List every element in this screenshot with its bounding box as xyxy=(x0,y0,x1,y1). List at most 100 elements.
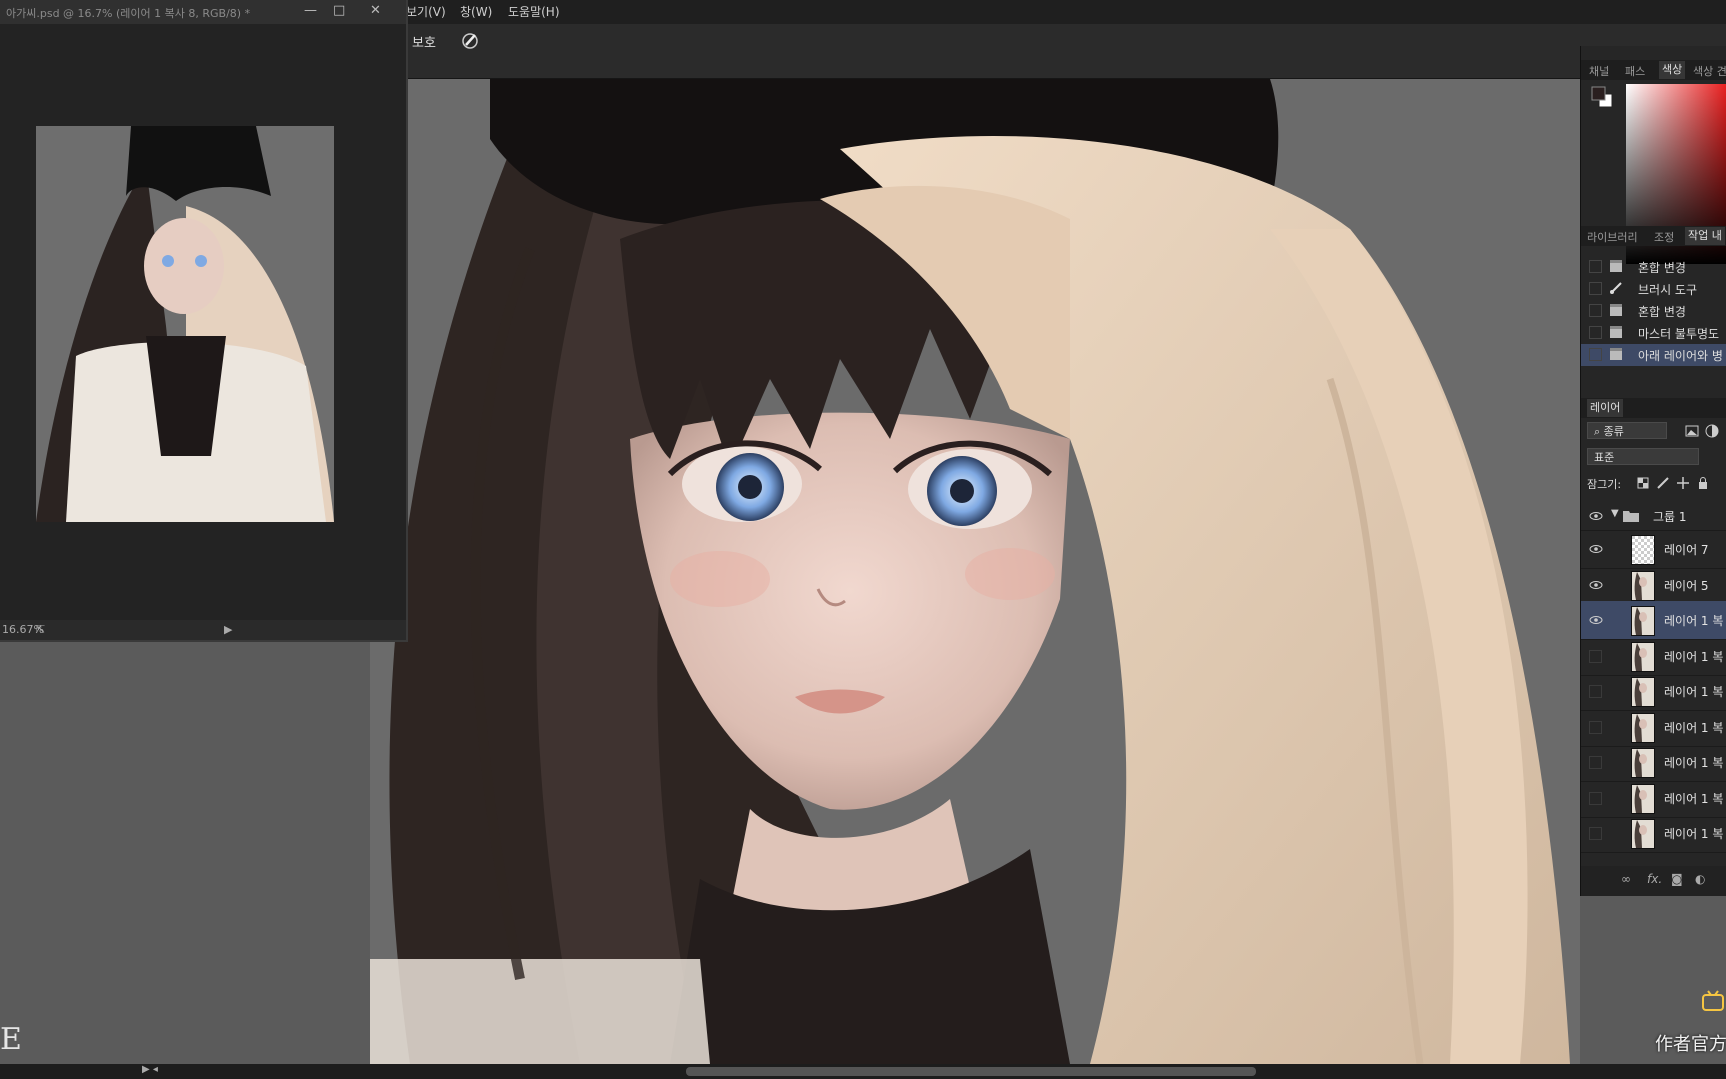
search-icon: ⌕ xyxy=(1594,425,1604,438)
lock-all-icon[interactable] xyxy=(1697,477,1709,489)
layer-name: 레이어 1 복 xyxy=(1664,649,1724,664)
visibility-eye-icon[interactable] xyxy=(1589,542,1603,556)
layer-row[interactable]: 레이어 7 xyxy=(1581,530,1726,569)
history-snapshot-checkbox[interactable] xyxy=(1589,304,1602,317)
tab-layers[interactable]: 레이어 xyxy=(1587,399,1624,417)
document-icon xyxy=(1610,348,1622,360)
layer-thumbnail xyxy=(1632,571,1654,600)
visibility-toggle-empty[interactable] xyxy=(1589,827,1602,840)
history-item[interactable]: 혼합 변경 xyxy=(1581,300,1726,322)
link-icon[interactable]: ∞ xyxy=(1621,872,1631,886)
brush-pressure-icon[interactable] xyxy=(460,30,480,50)
tab-history[interactable]: 작업 내 xyxy=(1685,227,1725,245)
navigator-titlebar[interactable]: 아가씨.psd @ 16.7% (레이어 1 복사 8, RGB/8) * — … xyxy=(0,0,406,24)
layer-name: 레이어 1 복 xyxy=(1664,756,1724,770)
document-canvas[interactable] xyxy=(370,79,1580,1064)
lock-position-icon[interactable] xyxy=(1677,477,1689,489)
layer-row-selected[interactable]: 레이어 1 복 xyxy=(1581,601,1726,640)
history-snapshot-checkbox[interactable] xyxy=(1589,348,1602,361)
layer-thumbnail xyxy=(1632,713,1654,742)
tab-libraries[interactable]: 라이브러리 xyxy=(1587,229,1638,245)
lock-transparency-icon[interactable] xyxy=(1637,477,1649,489)
adjustment-filter-icon[interactable] xyxy=(1705,424,1719,438)
layer-row[interactable]: 레이어 1 복 xyxy=(1581,708,1726,747)
tab-paths[interactable]: 패스 xyxy=(1625,63,1645,79)
layer-thumbnail xyxy=(1632,784,1654,813)
history-snapshot-checkbox[interactable] xyxy=(1589,260,1602,273)
lock-label: 잠그기: xyxy=(1587,478,1622,491)
layer-thumbnail xyxy=(1632,642,1654,671)
layer-thumbnail xyxy=(1632,749,1654,777)
adjustment-icon[interactable]: ◐ xyxy=(1695,872,1705,886)
layer-row[interactable]: 레이어 5 xyxy=(1581,566,1726,605)
visibility-toggle-empty[interactable] xyxy=(1589,685,1602,698)
visibility-toggle-empty[interactable] xyxy=(1589,649,1602,663)
layer-row[interactable]: 레이어 1 복 xyxy=(1581,779,1726,818)
horizontal-scrollbar[interactable] xyxy=(686,1067,1256,1076)
watermark-text: 作者官方 xyxy=(1655,1034,1726,1055)
group-expand-icon[interactable]: ▼ xyxy=(1611,508,1619,519)
history-item[interactable]: 혼합 변경 xyxy=(1581,256,1726,278)
document-icon xyxy=(1610,304,1622,316)
visibility-toggle-empty[interactable] xyxy=(1589,791,1602,805)
fx-icon[interactable]: fx. xyxy=(1647,872,1662,886)
color-panel-tabs: 채널 패스 색상 색상 견 xyxy=(1581,60,1726,80)
bilibili-logo-icon xyxy=(1702,990,1724,1011)
menu-window[interactable]: 창(W) xyxy=(460,3,492,20)
layer-row[interactable]: 레이어 1 복 xyxy=(1581,637,1726,676)
layer-thumbnail-transparent xyxy=(1632,536,1654,564)
menu-view[interactable]: 보기(V) xyxy=(406,3,446,20)
layer-name: 레이어 1 복 xyxy=(1664,827,1724,841)
corner-mark: E xyxy=(0,1022,22,1057)
layers-panel-tabs: 레이어 xyxy=(1581,398,1726,418)
tab-color[interactable]: 색상 xyxy=(1659,61,1686,79)
menu-help[interactable]: 도움말(H) xyxy=(508,3,560,20)
thumbnail-artwork xyxy=(36,126,334,522)
layer-thumbnail-frame xyxy=(1631,606,1655,636)
layer-name: 레이어 1 복 xyxy=(1664,791,1724,806)
play-icon[interactable]: ▶ xyxy=(224,623,232,636)
layer-filter-select[interactable]: ⌕ 종류 xyxy=(1587,422,1667,439)
tab-adjustments[interactable]: 조정 xyxy=(1654,229,1674,245)
history-item-selected[interactable]: 아래 레이어와 병 xyxy=(1581,344,1726,366)
history-item[interactable]: 브러시 도구 xyxy=(1581,278,1726,300)
layer-group-row[interactable]: ▼ 그룹 1 xyxy=(1581,502,1726,531)
visibility-toggle-empty[interactable] xyxy=(1589,756,1602,769)
minimize-icon[interactable]: — xyxy=(304,3,317,18)
fg-bg-color-icon[interactable] xyxy=(1591,86,1613,108)
brush-icon xyxy=(1610,282,1622,294)
history-snapshot-checkbox[interactable] xyxy=(1589,326,1602,339)
export-icon[interactable]: ⇱ xyxy=(36,623,45,636)
status-play-icon[interactable]: ▶ ◂ xyxy=(142,1064,158,1075)
layer-row[interactable]: 레이어 1 복 xyxy=(1581,672,1726,711)
navigator-status: 16.67% ⇱ ▶ xyxy=(0,620,406,640)
lock-pixels-icon[interactable] xyxy=(1657,477,1669,489)
history-label: 혼합 변경 xyxy=(1638,261,1686,275)
history-label: 아래 레이어와 병 xyxy=(1638,349,1723,363)
visibility-eye-icon[interactable] xyxy=(1589,578,1603,592)
image-filter-icon[interactable] xyxy=(1685,424,1699,438)
history-snapshot-checkbox[interactable] xyxy=(1589,282,1602,295)
layer-thumbnail-frame xyxy=(1631,712,1655,743)
layer-thumbnail xyxy=(1632,678,1654,706)
mask-icon[interactable]: ◙ xyxy=(1671,872,1683,886)
visibility-toggle-empty[interactable] xyxy=(1589,720,1602,734)
history-panel-tabs: 라이브러리 조정 작업 내 xyxy=(1581,226,1726,246)
visibility-eye-icon[interactable] xyxy=(1589,613,1603,627)
layer-thumbnail-frame xyxy=(1631,570,1655,601)
history-label: 마스터 불투명도 xyxy=(1638,327,1720,341)
visibility-eye-icon[interactable] xyxy=(1589,509,1603,523)
layer-thumbnail-frame xyxy=(1631,783,1655,814)
navigator-thumbnail[interactable] xyxy=(36,126,334,522)
tab-swatches[interactable]: 색상 견 xyxy=(1693,63,1726,79)
tab-channels[interactable]: 채널 xyxy=(1589,63,1609,79)
layer-row[interactable]: 레이어 1 복 xyxy=(1581,743,1726,782)
close-icon[interactable]: ✕ xyxy=(370,3,381,18)
blend-mode-select[interactable]: 표준 xyxy=(1587,448,1699,465)
navigator-window[interactable]: 아가씨.psd @ 16.7% (레이어 1 복사 8, RGB/8) * — … xyxy=(0,0,408,642)
layer-row[interactable]: 레이어 1 복 xyxy=(1581,814,1726,853)
protect-label[interactable]: 보호 xyxy=(412,32,436,51)
history-item[interactable]: 마스터 불투명도 xyxy=(1581,322,1726,344)
maximize-icon[interactable]: □ xyxy=(333,3,345,18)
right-dock: 채널 패스 색상 색상 견 라이브러리 조정 작업 내 혼합 변경 브러시 도구… xyxy=(1580,46,1726,896)
